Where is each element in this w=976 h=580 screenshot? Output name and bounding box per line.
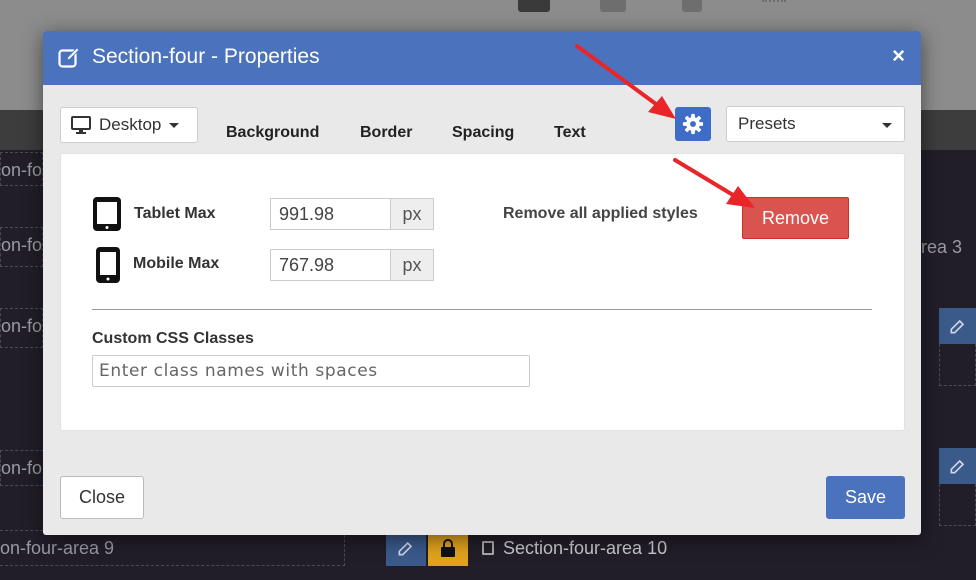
- lock-icon: [441, 539, 455, 557]
- edit-icon: [950, 319, 964, 334]
- device-dropdown[interactable]: Desktop: [60, 107, 198, 143]
- canvas-area-label: rea 3: [921, 237, 963, 257]
- remove-button[interactable]: Remove: [742, 197, 849, 239]
- close-icon[interactable]: ×: [892, 43, 905, 69]
- custom-css-input[interactable]: [92, 355, 530, 387]
- lock-area-button[interactable]: [428, 530, 468, 566]
- mobile-phone-icon: [96, 247, 120, 283]
- mobile-max-input[interactable]: 767.98: [270, 249, 391, 281]
- edit-square-icon: [58, 47, 80, 68]
- properties-panel: Tablet Max 991.98 px Mobile Max 767.98 p…: [60, 153, 905, 431]
- mobile-max-label: Mobile Max: [133, 255, 220, 272]
- tablet-icon: [93, 197, 121, 231]
- chevron-down-icon: [169, 122, 180, 128]
- presets-dropdown-value: Presets: [738, 114, 796, 133]
- edit-area-button[interactable]: [939, 308, 976, 344]
- tab-spacing[interactable]: Spacing: [452, 124, 514, 142]
- grid-view-icon[interactable]: [762, 0, 786, 12]
- presets-dropdown[interactable]: Presets: [726, 106, 905, 142]
- properties-modal: Section-four - Properties × Desktop Back…: [43, 31, 921, 535]
- canvas-area-label: on-fou: [0, 308, 43, 348]
- mobile-view-icon[interactable]: [682, 0, 702, 12]
- edit-icon: [398, 541, 413, 556]
- tablet-view-icon[interactable]: [600, 0, 626, 12]
- save-button[interactable]: Save: [826, 476, 905, 519]
- area-label: Section-four-area 10: [503, 538, 668, 558]
- close-button[interactable]: Close: [60, 476, 144, 519]
- gear-icon: [682, 113, 704, 135]
- remove-styles-label: Remove all applied styles: [503, 205, 698, 222]
- canvas-area-outline: [939, 484, 976, 526]
- tab-background[interactable]: Background: [226, 124, 319, 142]
- edit-area-button[interactable]: [939, 448, 976, 484]
- settings-gear-button[interactable]: [675, 107, 711, 141]
- tablet-max-label: Tablet Max: [134, 205, 216, 222]
- custom-css-label: Custom CSS Classes: [92, 330, 254, 347]
- tablet-max-input[interactable]: 991.98: [270, 198, 391, 230]
- divider: [92, 309, 872, 310]
- mobile-max-unit: px: [390, 249, 434, 281]
- modal-header: Section-four - Properties ×: [43, 31, 921, 85]
- device-dropdown-value: Desktop: [99, 115, 162, 134]
- canvas-area-label: on-fou: [0, 227, 43, 267]
- canvas-area-label: on-four-area 9: [0, 530, 345, 566]
- modal-title: Section-four - Properties: [92, 45, 320, 68]
- area-checkbox-icon[interactable]: [482, 541, 494, 555]
- desktop-monitor-icon: [71, 116, 91, 134]
- tablet-max-unit: px: [390, 198, 434, 230]
- edit-icon: [950, 459, 964, 474]
- canvas-area-label: on-fou: [0, 152, 43, 186]
- chevron-down-icon: [882, 123, 892, 128]
- edit-area-button[interactable]: [386, 530, 426, 566]
- desktop-view-icon[interactable]: [518, 0, 550, 12]
- tab-text[interactable]: Text: [554, 124, 586, 142]
- canvas-area-outline: [939, 344, 976, 386]
- tab-border[interactable]: Border: [360, 124, 412, 142]
